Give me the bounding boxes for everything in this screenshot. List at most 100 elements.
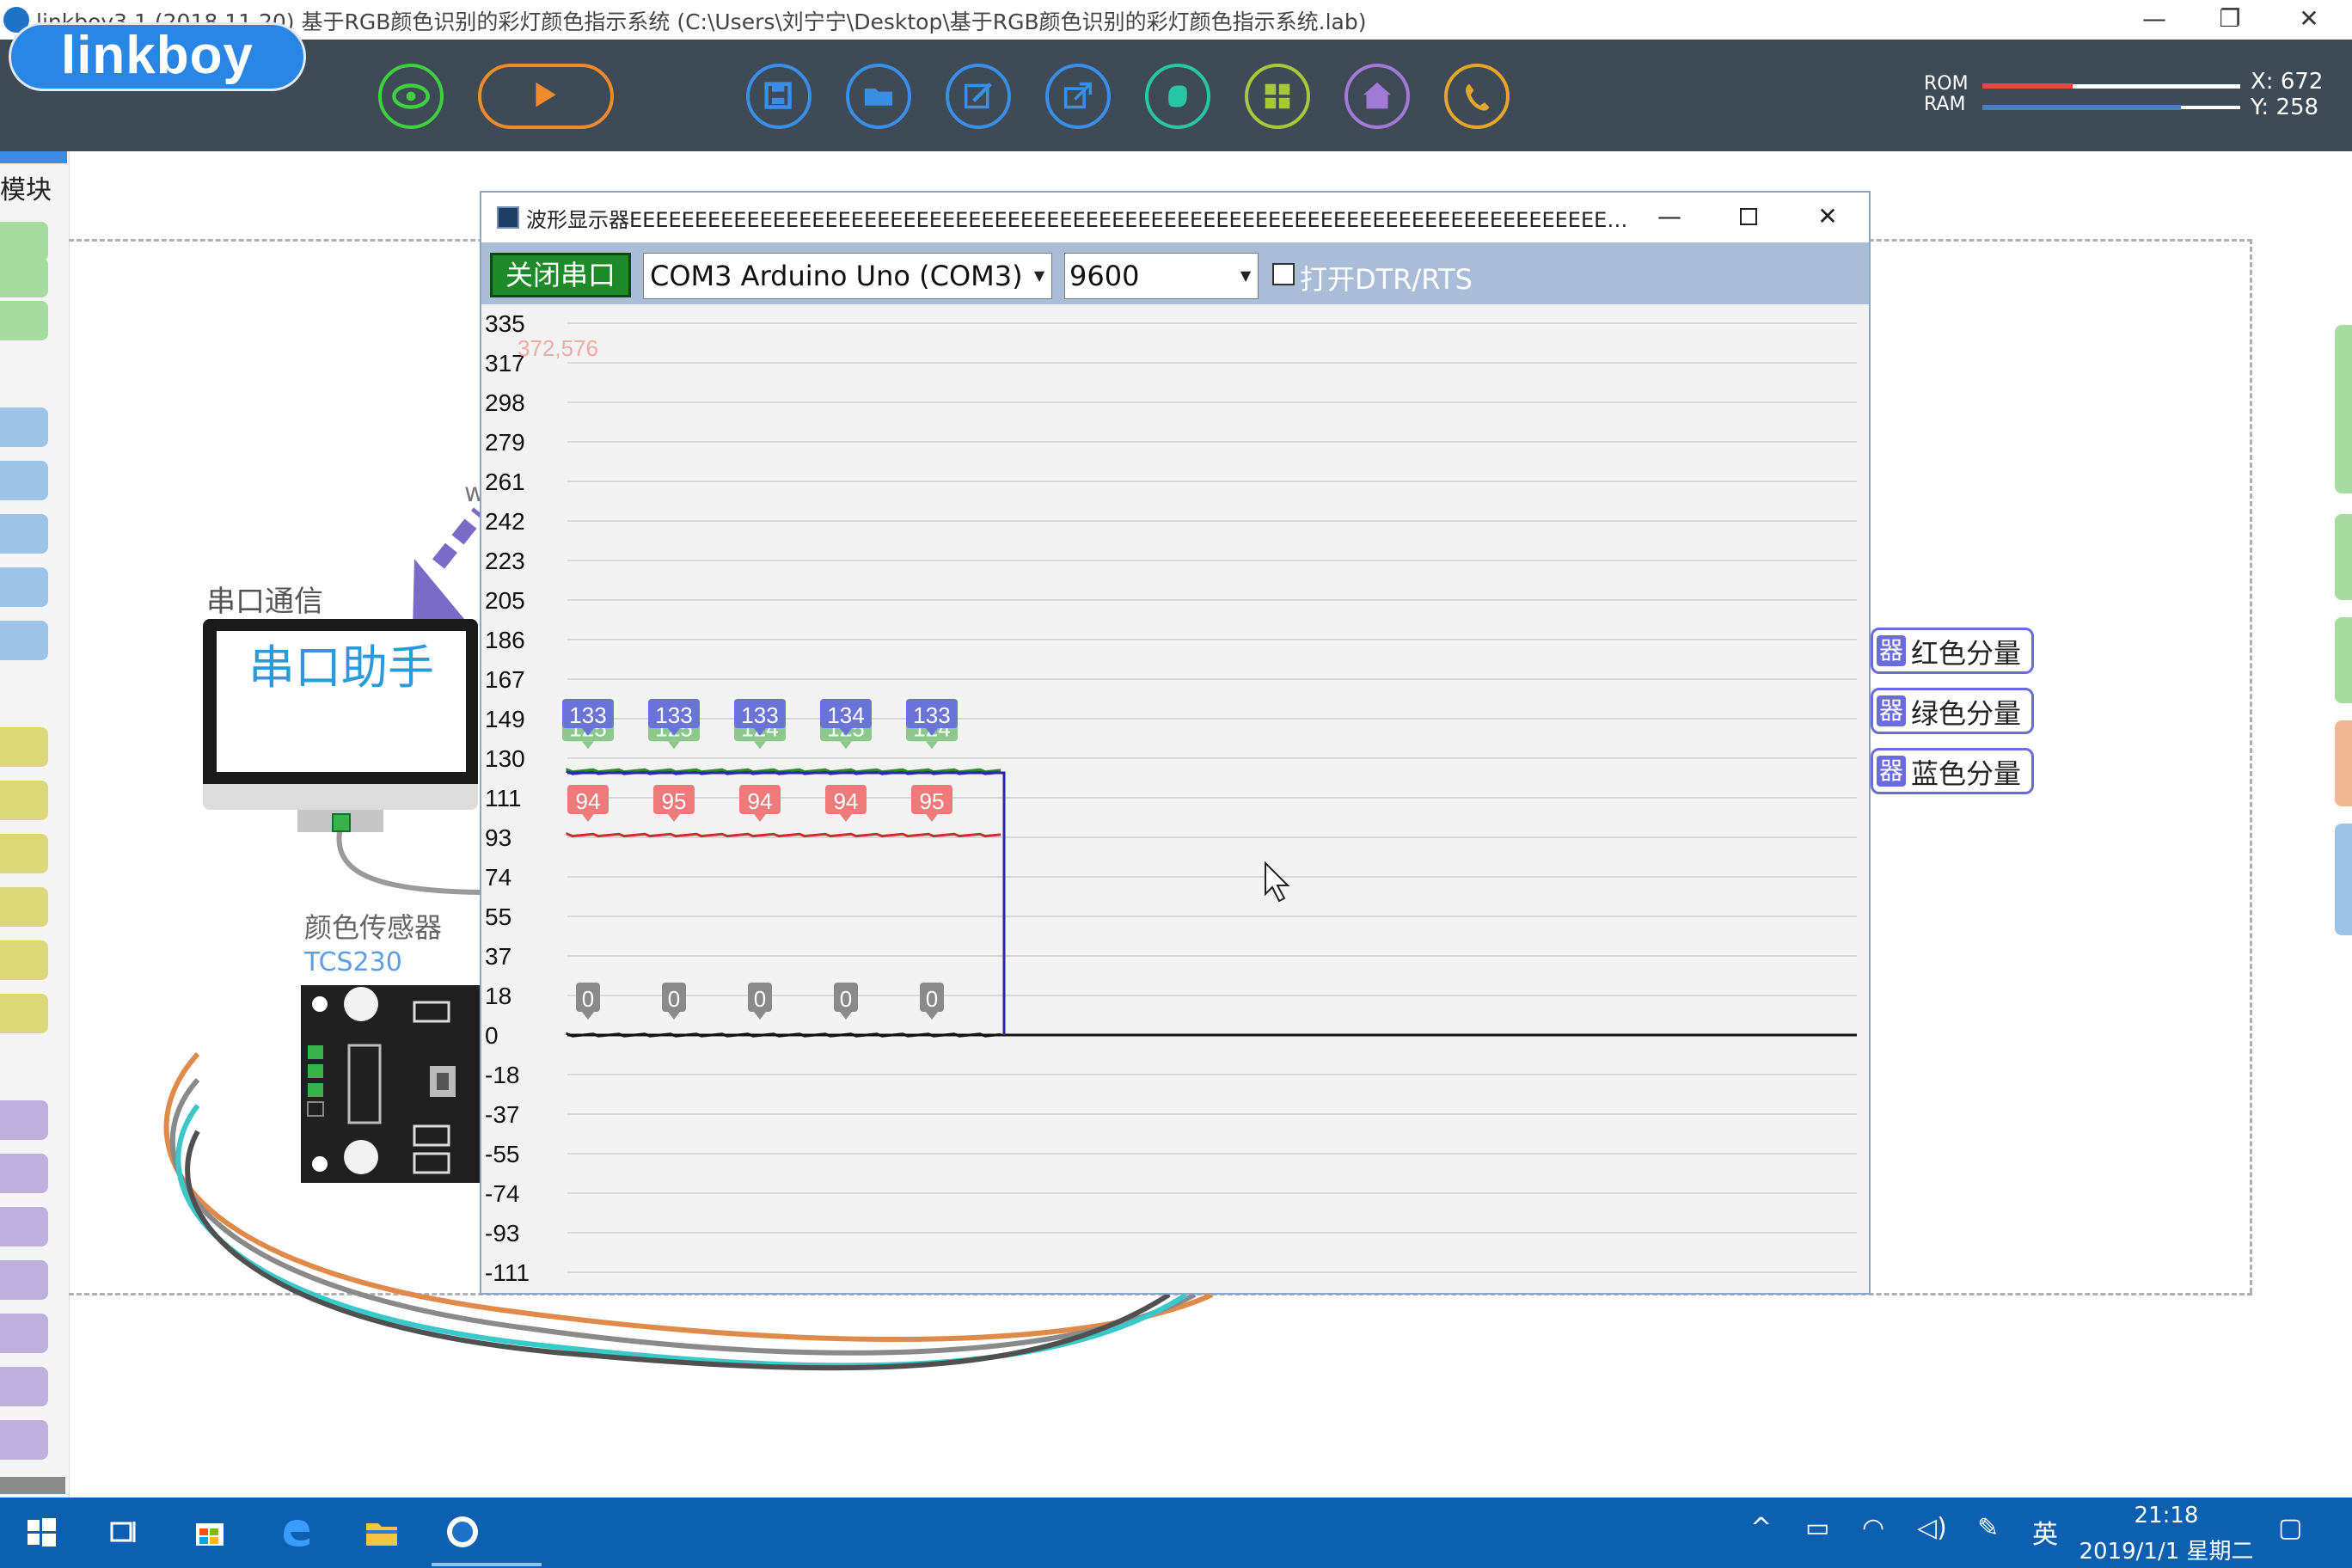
svg-text:0: 0 [668, 986, 680, 1012]
folder-icon [864, 89, 893, 106]
value-marker: 0 [576, 983, 600, 1020]
waveform-plot[interactable]: 3353172982792612422232051861671491301119… [481, 304, 1869, 1293]
start-button[interactable] [15, 1506, 67, 1558]
palette-scrollbar[interactable] [0, 1477, 65, 1494]
tray-overflow-icon[interactable]: ^ [1750, 1513, 1772, 1543]
y-tick-label: 37 [485, 943, 511, 970]
palette-item[interactable] [0, 1260, 48, 1300]
io-chip-blue[interactable]: 器蓝色分量 [1871, 748, 2034, 794]
file-explorer-button[interactable] [356, 1506, 407, 1558]
modules-button[interactable] [1245, 64, 1310, 129]
palette-title: 模块 [0, 175, 52, 205]
value-marker: 94 [567, 785, 609, 822]
palette-item[interactable] [0, 994, 48, 1033]
maximize-button[interactable]: ❐ [2190, 0, 2269, 40]
waveform-title: 波形显示器EEEEEEEEEEEEEEEEEEEEEEEEEEEEEEEEEEE… [526, 208, 1635, 232]
y-tick-label: 186 [485, 627, 525, 653]
wave-close-button[interactable]: ✕ [1788, 194, 1867, 239]
ram-label: RAM [1924, 94, 1966, 115]
linkboy-taskbar-button[interactable] [437, 1506, 488, 1558]
close-port-button[interactable]: 关闭串口 [490, 253, 631, 297]
chevron-down-icon[interactable]: ▼ [1234, 253, 1257, 299]
palette-item[interactable] [0, 514, 48, 554]
svg-text:94: 94 [834, 788, 859, 814]
y-tick-label: 335 [485, 310, 525, 337]
save-button[interactable] [746, 64, 812, 129]
palette-item[interactable] [0, 258, 48, 297]
io-chip-green[interactable]: 器绿色分量 [1871, 688, 2034, 734]
palette-item[interactable] [0, 222, 48, 261]
palette-item[interactable] [0, 1314, 48, 1353]
battery-icon[interactable]: ▭ [1805, 1513, 1829, 1543]
volume-icon[interactable]: ◁) [1917, 1513, 1947, 1543]
rom-label: ROM [1924, 73, 1969, 95]
palette-item[interactable] [0, 887, 48, 927]
palette-item[interactable] [0, 407, 48, 447]
y-tick-label: 55 [485, 903, 511, 930]
phone-button[interactable] [1444, 64, 1510, 129]
pen-icon[interactable]: ✎ [1977, 1513, 1999, 1543]
palette-item[interactable] [0, 727, 48, 767]
palette-item[interactable] [0, 781, 48, 820]
palette-item[interactable] [0, 940, 48, 980]
waveform-window-icon [497, 206, 519, 229]
svg-text:133: 133 [913, 702, 950, 728]
chevron-down-icon[interactable]: ▼ [1028, 253, 1050, 299]
svg-text:134: 134 [827, 702, 864, 728]
wave-maximize-button[interactable] [1709, 194, 1788, 239]
clock-time[interactable]: 21:18 [2106, 1503, 2226, 1528]
python-button[interactable] [1145, 64, 1210, 129]
value-marker: 94 [825, 785, 867, 822]
clock-date[interactable]: 2019/1/1 星期二 [2072, 1534, 2261, 1565]
io-chip-red[interactable]: 器红色分量 [1871, 628, 2034, 674]
plot-markers: 1251339401251339501241339401251349401241… [562, 699, 958, 1020]
color-sensor-module[interactable] [301, 985, 481, 1183]
ime-indicator[interactable]: 英 [2032, 1513, 2058, 1551]
wave-minimize-button[interactable]: — [1630, 194, 1709, 239]
view-button[interactable] [378, 64, 444, 129]
svg-text:94: 94 [576, 788, 601, 814]
brand-logo: linkboy [9, 22, 306, 91]
store-button[interactable] [184, 1506, 236, 1558]
edit-button[interactable] [946, 64, 1011, 129]
home-button[interactable] [1344, 64, 1410, 129]
palette-item[interactable] [0, 461, 48, 500]
coordinate-readout: X: 672 Y: 258 [2251, 69, 2323, 120]
notification-icon[interactable]: ▢ [2278, 1513, 2302, 1543]
series-line [566, 768, 1001, 774]
palette-item[interactable] [0, 1420, 48, 1460]
coord-y: Y: 258 [2251, 95, 2319, 120]
task-view-button[interactable] [98, 1506, 150, 1558]
palette-item[interactable] [0, 621, 48, 660]
active-app-indicator [432, 1563, 542, 1566]
value-marker: 95 [653, 785, 695, 822]
dtr-checkbox[interactable] [1272, 263, 1295, 285]
palette-item[interactable] [0, 834, 48, 873]
svg-text:94: 94 [748, 788, 773, 814]
palette-item[interactable] [0, 1367, 48, 1406]
run-button[interactable] [478, 64, 614, 129]
serial-port-connector[interactable] [332, 813, 351, 832]
palette-item[interactable] [0, 1154, 48, 1193]
edge-button[interactable] [270, 1506, 322, 1558]
y-tick-label: 18 [485, 983, 511, 1009]
sensor-model-label: TCS230 [304, 947, 402, 977]
value-marker: 95 [911, 785, 952, 822]
close-button[interactable]: ✕ [2269, 0, 2349, 40]
y-tick-label: 111 [485, 785, 522, 812]
palette-item[interactable] [0, 301, 48, 340]
open-button[interactable] [846, 64, 911, 129]
network-icon[interactable]: ◠ [1862, 1513, 1884, 1543]
rom-bar-fill [1982, 83, 2073, 89]
palette-item[interactable] [0, 567, 48, 607]
sensor-module-label: 颜色传感器 [304, 911, 443, 944]
folder-icon [366, 1523, 397, 1546]
palette-item[interactable] [0, 1100, 48, 1140]
module-icon: 器 [1877, 635, 1906, 666]
minimize-button[interactable]: — [2115, 0, 2194, 40]
taskbar [0, 1498, 2352, 1568]
y-tick-label: 130 [485, 745, 525, 772]
export-button[interactable] [1045, 64, 1111, 129]
palette-item[interactable] [0, 1207, 48, 1246]
baud-select-value: 9600 [1069, 260, 1140, 292]
